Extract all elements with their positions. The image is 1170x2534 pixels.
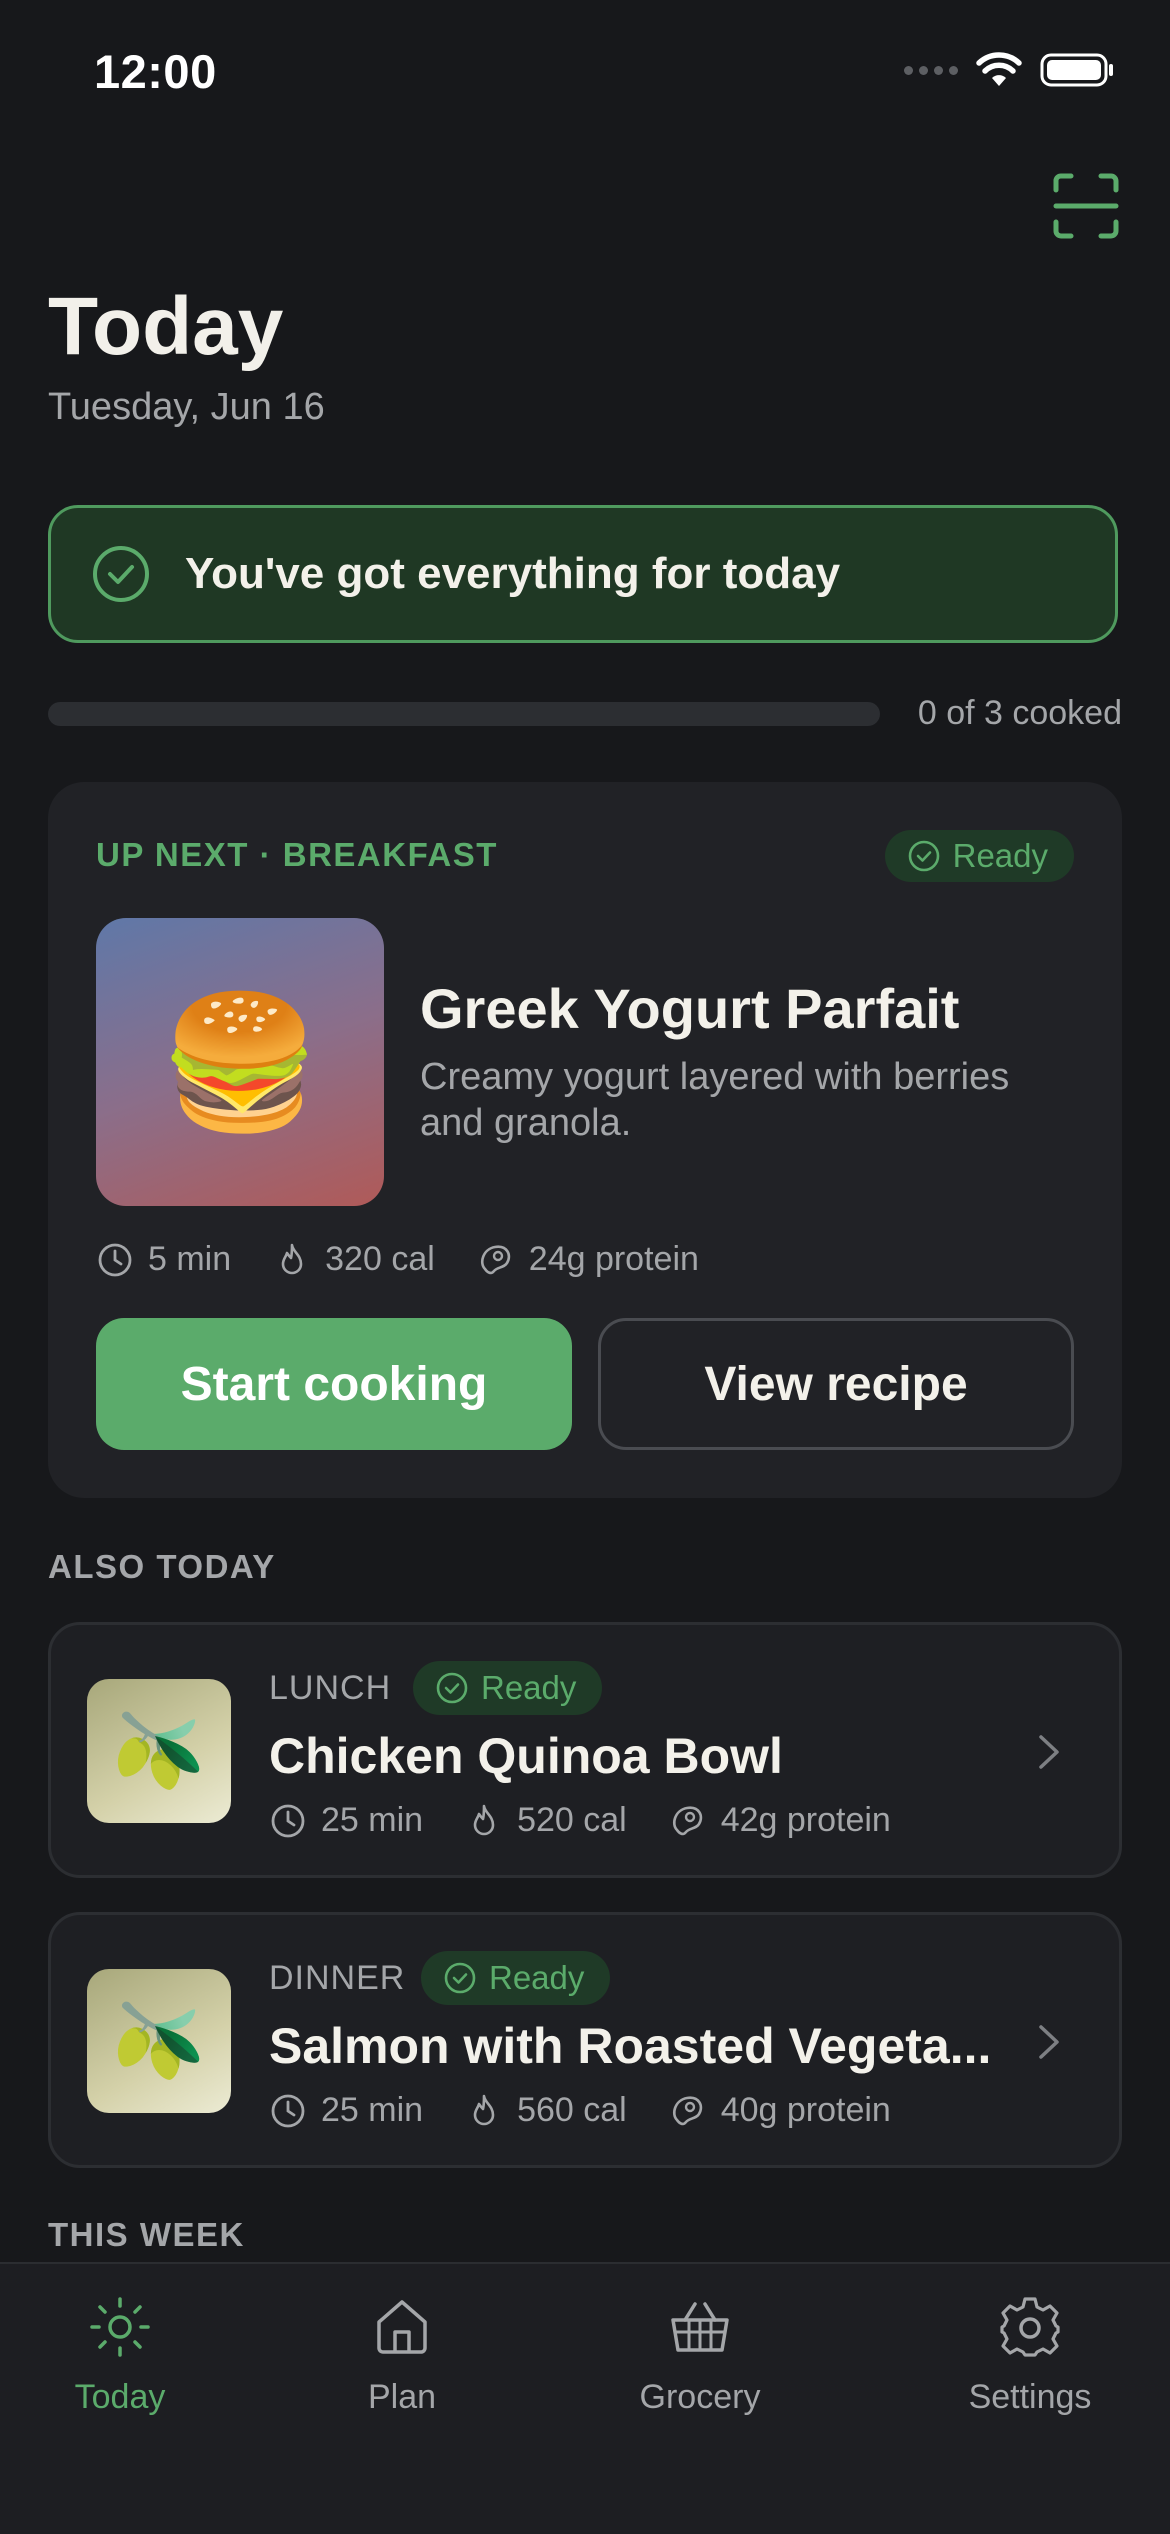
meal-meta: 25 min 560 cal 40g protein: [269, 2091, 933, 2130]
gear-icon: [1000, 2297, 1060, 2357]
status-label: Ready: [481, 1669, 577, 1706]
recipe-image: 🍔: [96, 918, 384, 1206]
calories: 520 cal: [517, 1801, 627, 1839]
tab-grocery[interactable]: Grocery: [590, 2264, 810, 2417]
steak-icon: [672, 2095, 702, 2125]
status-bar: 12:00: [0, 0, 1170, 150]
meal-row-lunch[interactable]: 🫒 LUNCH Ready Chicken Quinoa Bowl 25 min…: [48, 1622, 1122, 1878]
sun-icon: [90, 2297, 150, 2357]
check-circle-icon: [444, 1962, 476, 1994]
recipe-title: Greek Yogurt Parfait: [420, 977, 960, 1040]
status-label: Ready: [952, 837, 1048, 874]
home-icon: [377, 2300, 427, 2354]
check-circle-icon: [908, 840, 939, 872]
protein: 42g protein: [720, 1801, 891, 1839]
meal-kind: LUNCH: [269, 1669, 392, 1707]
start-cooking-button[interactable]: Start cooking: [96, 1318, 572, 1450]
clock-icon: [98, 1243, 132, 1276]
calories: 320 cal: [325, 1240, 435, 1278]
protein: 40g protein: [720, 2091, 891, 2129]
flame-icon: [473, 1804, 495, 1835]
clock-icon: [271, 2094, 305, 2127]
cooked-progress-bar: [48, 702, 880, 726]
meal-thumb: 🫒: [87, 1969, 231, 2113]
check-circle-icon: [436, 1672, 468, 1704]
status-icons: [904, 52, 1116, 88]
view-recipe-button[interactable]: View recipe: [598, 1318, 1074, 1450]
up-next-eyebrow: UP NEXT · BREAKFAST: [96, 836, 498, 873]
tab-label: Plan: [367, 2378, 437, 2416]
chevron-right-icon: [1039, 1735, 1059, 1769]
meal-thumb: 🫒: [87, 1679, 231, 1823]
meal-kind: DINNER: [269, 1959, 406, 1997]
burger-emoji: 🍔: [159, 989, 321, 1135]
cellular-signal-icon: [904, 65, 958, 75]
page-title: Today: [48, 281, 284, 372]
tab-bar: Today Plan Grocery Settings: [0, 2262, 1170, 2534]
flame-icon: [281, 1243, 303, 1274]
meal-name: Salmon with Roasted Vegeta...: [269, 2018, 992, 2074]
tab-label: Grocery: [639, 2378, 761, 2416]
progress-label: 0 of 3 cooked: [917, 694, 1122, 732]
basket-icon: [671, 2302, 729, 2352]
ingredients-ready-banner: You've got everything for today: [48, 505, 1118, 643]
status-badge: Ready: [884, 830, 1074, 882]
up-next-card[interactable]: UP NEXT · BREAKFAST Ready 🍔 Greek Yogurt…: [48, 782, 1122, 1498]
steak-icon: [480, 1244, 510, 1274]
scan-icon[interactable]: [1050, 170, 1122, 242]
recipe-meta: 5 min 320 cal 24g protein: [96, 1240, 741, 1279]
status-badge: Ready: [413, 1661, 603, 1715]
wifi-icon: [976, 52, 1022, 86]
prep-time: 25 min: [321, 1801, 424, 1839]
olive-emoji: 🫒: [112, 1709, 206, 1792]
banner-text: You've got everything for today: [185, 549, 841, 598]
also-today-heading: ALSO TODAY: [48, 1548, 276, 1585]
chevron-right-icon: [1039, 2025, 1059, 2059]
tab-settings[interactable]: Settings: [920, 2264, 1140, 2417]
page-date: Tuesday, Jun 16: [48, 386, 325, 428]
steak-icon: [672, 1805, 702, 1835]
prep-time: 5 min: [148, 1240, 232, 1278]
protein: 24g protein: [528, 1240, 699, 1278]
tab-label: Today: [74, 2378, 166, 2416]
status-time: 12:00: [94, 45, 217, 98]
tab-plan[interactable]: Plan: [292, 2264, 512, 2417]
meal-meta: 25 min 520 cal 42g protein: [269, 1801, 933, 1840]
status-badge: Ready: [421, 1951, 611, 2005]
meal-row-dinner[interactable]: 🫒 DINNER Ready Salmon with Roasted Veget…: [48, 1912, 1122, 2168]
flame-icon: [473, 2094, 495, 2125]
status-label: Ready: [489, 1959, 585, 1996]
clock-icon: [271, 1804, 305, 1837]
calories: 560 cal: [517, 2091, 627, 2129]
this-week-heading: THIS WEEK: [48, 2216, 245, 2253]
prep-time: 25 min: [321, 2091, 424, 2129]
check-circle-icon: [93, 546, 149, 602]
tab-label: Settings: [968, 2378, 1092, 2416]
meal-name: Chicken Quinoa Bowl: [269, 1728, 783, 1784]
recipe-description: Creamy yogurt layered with berries and g…: [420, 1056, 1010, 1144]
olive-emoji: 🫒: [112, 1999, 206, 2082]
battery-icon: [1040, 53, 1113, 87]
tab-today[interactable]: Today: [10, 2264, 230, 2417]
